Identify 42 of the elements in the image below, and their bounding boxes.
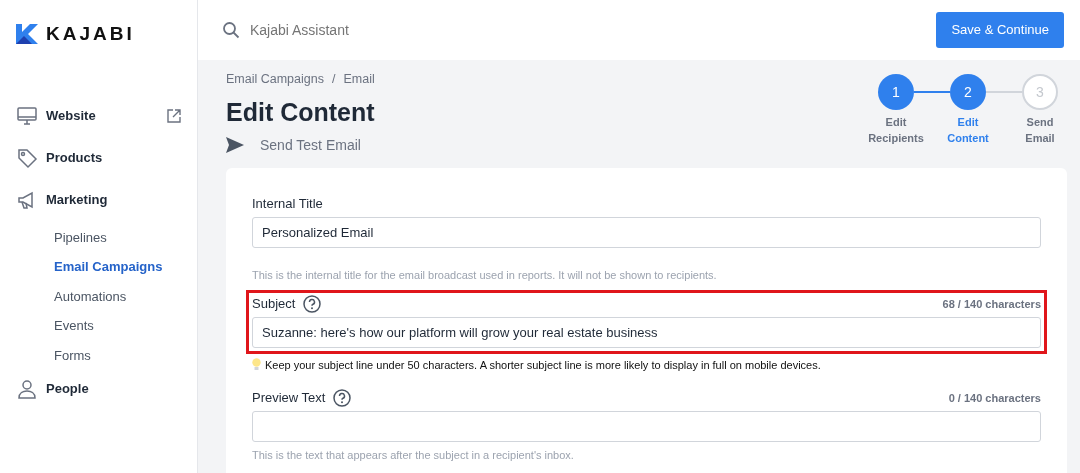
- character-counter: 68 / 140 characters: [942, 296, 1041, 312]
- field-label: Subject: [252, 295, 296, 313]
- breadcrumb-separator: /: [331, 71, 336, 88]
- helper-text: Keep your subject line under 50 characters. A shorter subject line is more likely to display in full on mobile devices.: [265, 357, 821, 372]
- text-field[interactable]: Suzanne: here's how our platform will grow your real estate business: [252, 316, 1041, 348]
- nav-item[interactable]: Marketing: [46, 189, 181, 210]
- page-title: Edit Content: [226, 96, 375, 127]
- nav-item[interactable]: Website: [46, 105, 159, 126]
- step-label: Send Email: [1024, 115, 1056, 146]
- nav-subitem[interactable]: Events: [16, 311, 94, 341]
- lightbulb-icon: [252, 358, 261, 372]
- step-label: Edit Content: [946, 115, 990, 146]
- field-label: Preview Text: [252, 389, 326, 407]
- brand-name: KAJABI: [46, 22, 135, 46]
- help-icon[interactable]: [333, 388, 352, 407]
- person-icon: [16, 378, 38, 400]
- text-field[interactable]: Personalized Email: [252, 216, 1041, 248]
- help-icon[interactable]: [303, 294, 322, 313]
- step-circle[interactable]: 1: [878, 74, 914, 110]
- breadcrumb-link[interactable]: Email: [343, 70, 375, 89]
- search-icon: [222, 21, 240, 39]
- nav-subitem[interactable]: Pipelines: [16, 222, 107, 252]
- text-field[interactable]: [252, 410, 1041, 442]
- field-label: Internal Title: [252, 195, 323, 213]
- tag-icon: [16, 146, 38, 169]
- monitor-icon: [16, 104, 38, 127]
- send-test-link[interactable]: Send Test Email: [226, 134, 375, 156]
- helper-text: This is the text that appears after the subject in a recipient's inbox.: [252, 447, 574, 462]
- step-circle[interactable]: 2: [950, 74, 986, 110]
- nav-subitem[interactable]: Email Campaigns: [16, 252, 163, 282]
- character-counter: 0 / 140 characters: [948, 390, 1041, 406]
- nav-subitem[interactable]: Forms: [16, 340, 91, 370]
- logo-icon: [16, 24, 38, 45]
- nav-subitem[interactable]: Automations: [16, 281, 127, 311]
- save-button[interactable]: Save & Continue: [936, 12, 1064, 48]
- nav-item[interactable]: Products: [46, 147, 181, 168]
- send-icon: [226, 137, 244, 154]
- step-label: Edit Recipients: [867, 115, 925, 146]
- nav-item[interactable]: People: [46, 379, 181, 399]
- external-link-icon[interactable]: [167, 108, 181, 123]
- breadcrumb-link[interactable]: Email Campaigns: [226, 70, 324, 89]
- helper-text: This is the internal title for the email broadcast used in reports. It will not be shown to recipients.: [252, 267, 717, 282]
